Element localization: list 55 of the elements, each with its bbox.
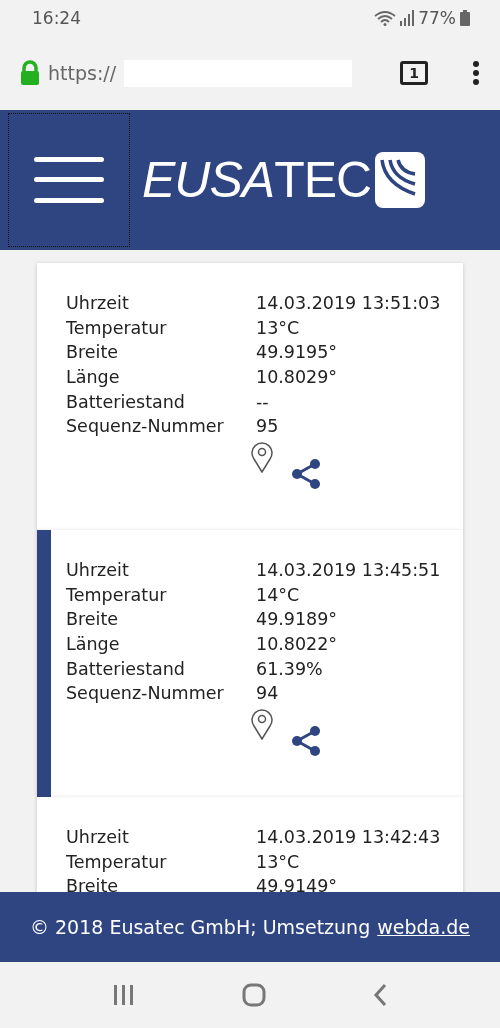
field-value: 13°C <box>256 316 300 340</box>
copyright-text: © 2018 Eusatec GmbH; Umsetzung <box>29 916 371 938</box>
logo-text: EUSATEC <box>142 151 372 209</box>
field-label: Uhrzeit <box>66 559 130 582</box>
field-value: 49.9189° <box>256 608 338 632</box>
field-value: 14.03.2019 13:51:03 <box>256 292 441 315</box>
field-label: Uhrzeit <box>66 826 130 849</box>
field-value: 95 <box>256 415 279 439</box>
field-value: 49.9149° <box>256 875 338 892</box>
record-card[interactable]: Uhrzeit 14.03.2019 13:45:51 Temperatur 14°C Breite 49.9189° Länge 10.8022° Batteriestand 61.39% Sequenz-Nummer 94 <box>37 530 463 797</box>
record-card[interactable]: Uhrzeit 14.03.2019 13:42:43 Temperatur 13°C Breite 49.9149° <box>37 797 463 892</box>
field-label: Temperatur <box>66 850 168 874</box>
tab-count-button[interactable]: 1 <box>400 61 428 85</box>
field-label: Batteriestand <box>66 657 186 681</box>
recent-apps-icon[interactable] <box>113 985 136 1005</box>
field-label: Temperatur <box>66 316 168 340</box>
field-value: -- <box>256 390 269 414</box>
field-value: 10.8029° <box>256 366 338 390</box>
battery-percentage: 77% <box>418 8 456 28</box>
field-label: Sequenz-Nummer <box>66 415 225 439</box>
menu-icon[interactable] <box>34 155 104 205</box>
field-label: Breite <box>66 341 120 365</box>
webda-link[interactable]: webda.de <box>377 916 470 938</box>
share-icon[interactable] <box>291 459 321 490</box>
field-label: Breite <box>66 875 120 892</box>
location-pin-icon[interactable] <box>251 708 273 741</box>
field-label: Länge <box>66 633 121 657</box>
lock-icon <box>20 60 40 86</box>
location-pin-icon[interactable] <box>251 441 273 474</box>
field-label: Temperatur <box>66 583 168 607</box>
field-value: 61.39% <box>256 657 323 681</box>
share-icon[interactable] <box>291 726 321 757</box>
signal-icon <box>400 10 415 26</box>
field-value: 14.03.2019 13:45:51 <box>256 559 441 582</box>
field-value: 94 <box>256 682 279 706</box>
wifi-icon <box>374 10 397 26</box>
url-field[interactable]: https:// <box>48 62 117 84</box>
home-icon[interactable] <box>242 983 266 1007</box>
field-label: Breite <box>66 608 120 632</box>
field-label: Uhrzeit <box>66 292 130 315</box>
clock: 16:24 <box>32 8 81 28</box>
back-icon[interactable] <box>372 983 387 1007</box>
field-value: 49.9195° <box>256 341 338 365</box>
field-value: 14°C <box>256 583 300 607</box>
field-value: 13°C <box>256 850 300 874</box>
field-label: Sequenz-Nummer <box>66 682 225 706</box>
battery-icon <box>460 10 470 26</box>
field-label: Batteriestand <box>66 390 186 414</box>
more-options-icon[interactable] <box>472 60 480 86</box>
field-value: 10.8022° <box>256 633 338 657</box>
field-label: Länge <box>66 366 121 390</box>
record-card[interactable]: Uhrzeit 14.03.2019 13:51:03 Temperatur 13°C Breite 49.9195° Länge 10.8029° Batteriestand -- Sequenz-Nummer 95 <box>37 263 463 530</box>
logo-icon <box>375 152 426 208</box>
menu-button[interactable] <box>8 113 130 247</box>
field-value: 14.03.2019 13:42:43 <box>256 826 441 849</box>
